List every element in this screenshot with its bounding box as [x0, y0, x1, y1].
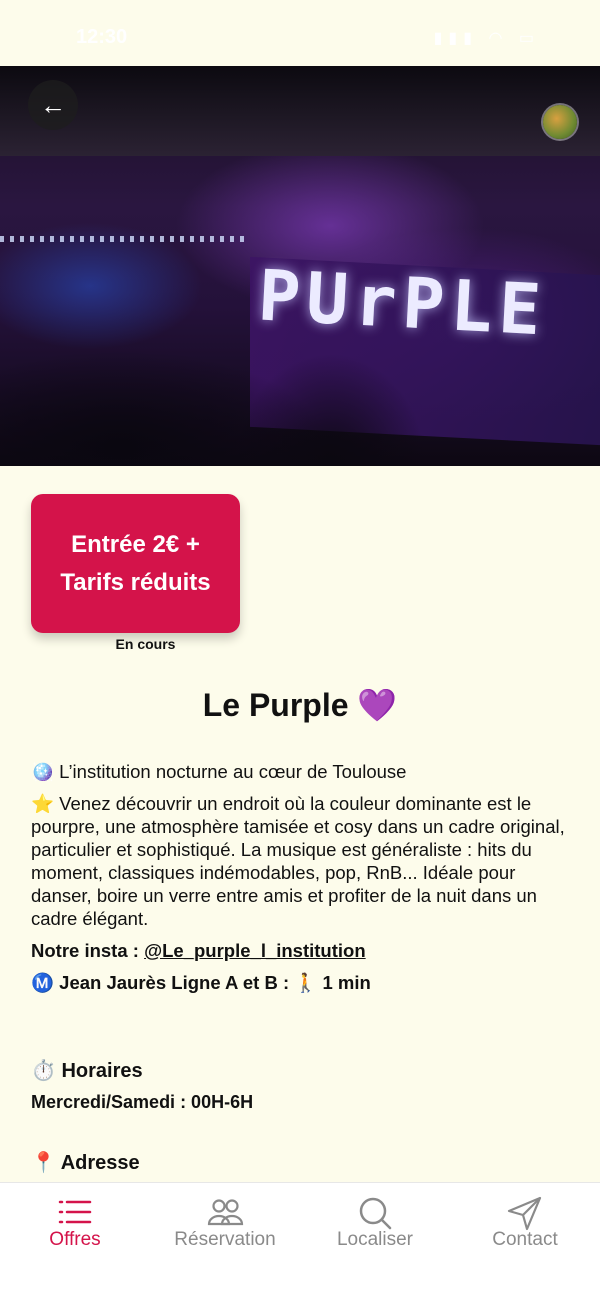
search-icon: [359, 1197, 392, 1230]
place-title: Le Purple 💜: [202, 687, 398, 723]
tab-localiser[interactable]: Localiser: [300, 1183, 450, 1263]
description-body: ⭐ Venez découvrir un endroit où la coule…: [31, 793, 565, 929]
promo-text: Entrée 2€ + Tarifs réduits: [60, 526, 210, 602]
promo-line-1: Entrée 2€ +: [71, 530, 200, 558]
hours-value: Mercredi/Samedi : 00H-6H: [31, 1092, 254, 1112]
tab-contact[interactable]: Contact: [450, 1183, 600, 1263]
users-icon: [207, 1199, 244, 1226]
hero-lights: [0, 236, 250, 242]
hours-title: ⏱️ Horaires: [31, 1060, 143, 1082]
bottom-tab-bar: Offres Réservation Localiser Contact: [0, 1182, 600, 1299]
tab-label-reservation: Réservation: [174, 1229, 276, 1250]
hero-crowd: [0, 306, 600, 466]
instagram-label: Notre insta :: [31, 940, 145, 961]
list-icon: [58, 1200, 92, 1224]
description-tagline: 🪩 L’institution nocturne au cœur de Toul…: [31, 761, 407, 782]
instagram-line: Notre insta : @Le_purple_l_institution: [31, 940, 366, 962]
address-title: 📍 Adresse: [31, 1152, 140, 1174]
tab-reservation[interactable]: Réservation: [150, 1183, 300, 1263]
status-icons: ▮▮▮ ◠ ▭: [433, 30, 540, 47]
promo-card[interactable]: Entrée 2€ + Tarifs réduits: [31, 494, 240, 633]
hero-ceiling: [0, 66, 600, 156]
instagram-link[interactable]: @Le_purple_l_institution: [144, 940, 366, 961]
avatar[interactable]: [543, 105, 577, 139]
status-time: 12:30: [76, 26, 128, 48]
tab-label-contact: Contact: [492, 1229, 558, 1250]
status-bar: 12:30 ▮▮▮ ◠ ▭: [0, 0, 600, 66]
tab-label-offres: Offres: [49, 1229, 101, 1250]
promo-status: En cours: [115, 636, 176, 652]
back-button[interactable]: ←: [28, 80, 78, 130]
send-icon: [507, 1196, 542, 1231]
venue-hero-image: PUrPLE: [0, 66, 600, 466]
tab-offres[interactable]: Offres: [0, 1183, 150, 1263]
tab-label-localiser: Localiser: [336, 1229, 414, 1250]
promo-line-2: Tarifs réduits: [60, 568, 211, 596]
metro-info: Ⓜ️ Jean Jaurès Ligne A et B : 🚶 1 min: [31, 972, 371, 993]
arrow-left-icon: ←: [40, 89, 66, 120]
